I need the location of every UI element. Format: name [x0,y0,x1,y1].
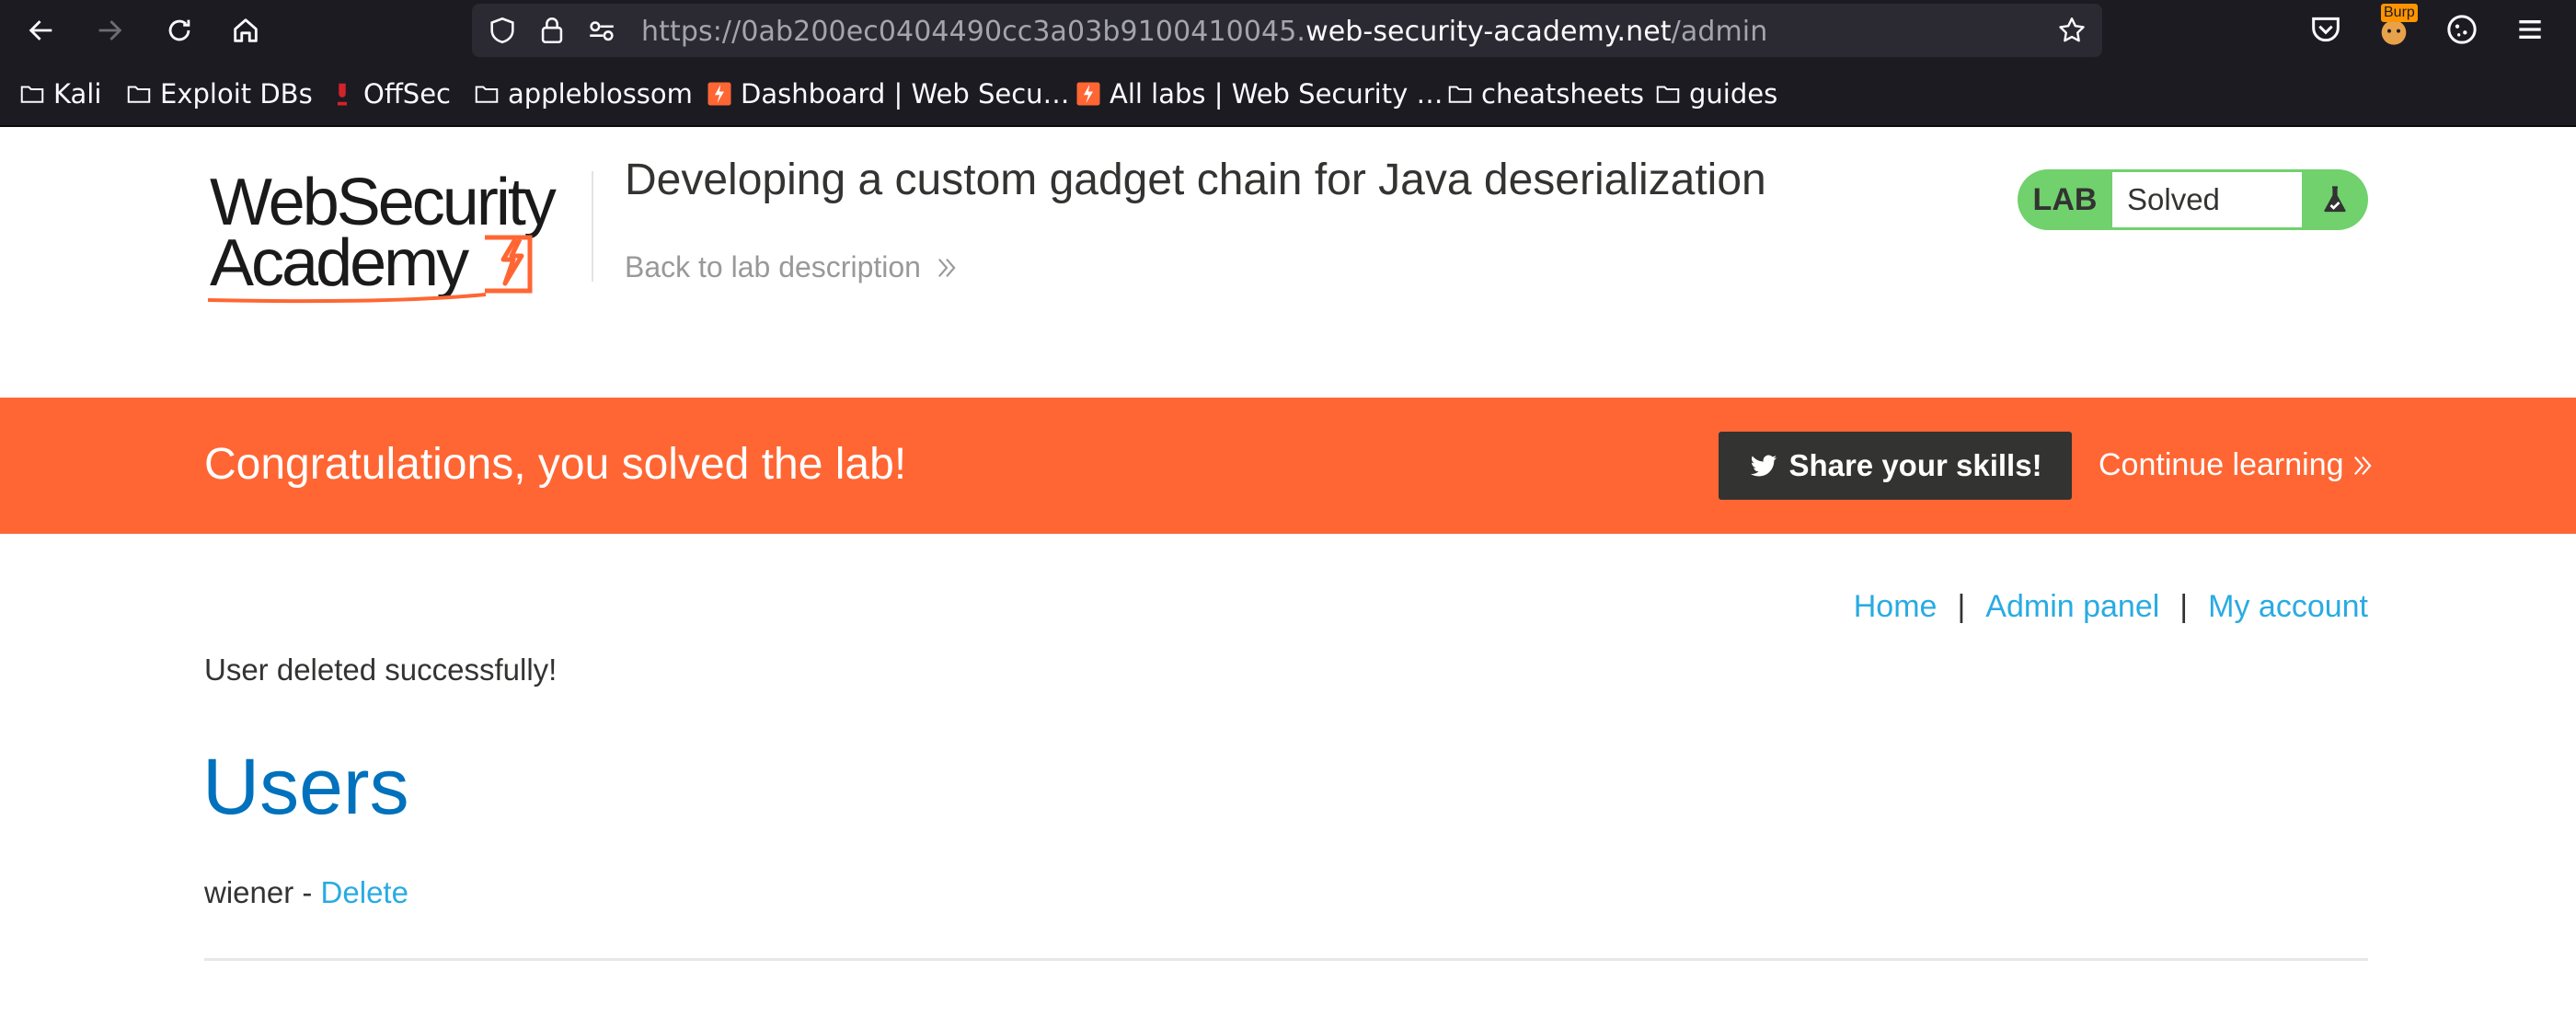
congratulations-message: Congratulations, you solved the lab! [204,440,907,489]
burp-extension-icon[interactable]: Burp [2375,4,2418,48]
page-content: WebSecurity Academy Developing a custom … [0,127,2576,1017]
reload-icon [168,19,190,41]
continue-label: Continue learning [2099,447,2344,482]
browser-toolbar: https://0ab200ec0404490cc3a03b9100410045… [0,0,2576,61]
home-link[interactable]: Home [1854,589,1938,625]
page-title: Users [202,743,409,831]
my-account-link[interactable]: My account [2208,589,2368,625]
bookmark-label: appleblossom [508,78,693,110]
flask-icon [2302,169,2368,230]
nav-separator: | [2179,589,2189,624]
nav-separator: | [1957,589,1966,624]
folder-icon [1448,86,1472,103]
url-bar[interactable]: https://0ab200ec0404490cc3a03b9100410045… [472,4,2102,57]
share-skills-button[interactable]: Share your skills! [1719,432,2072,500]
delete-user-link[interactable]: Delete [321,875,408,909]
url-text[interactable]: https://0ab200ec0404490cc3a03b9100410045… [641,16,1767,48]
menu-icon[interactable] [2512,11,2548,48]
lab-tag: LAB [2032,181,2098,217]
offsec-icon [338,83,347,106]
folder-icon [475,86,499,103]
twitter-icon [1751,455,1777,477]
back-button[interactable] [20,9,63,52]
arrow-left-icon [29,20,52,40]
user-separator: - [293,875,321,909]
lab-status-value: Solved [2112,172,2302,227]
url-prefix: https://0ab200ec0404490cc3a03b9100410045… [641,16,1306,48]
extension-badge: Burp [2381,4,2418,22]
url-host: web-security-academy.net [1305,16,1672,48]
cookie-icon[interactable] [2444,11,2480,48]
header-divider [592,171,593,282]
shield-icon[interactable] [487,15,518,46]
status-message: User deleted successfully! [204,653,558,687]
web-security-academy-logo[interactable]: WebSecurity Academy [204,168,591,306]
permissions-icon[interactable] [586,15,617,46]
bookmark-guides[interactable]: guides [1654,77,1777,110]
arrow-right-icon [98,20,122,40]
folder-icon [20,86,44,103]
bookmark-label: OffSec [363,78,452,110]
bookmark-exploit-dbs[interactable]: Exploit DBs [125,77,313,110]
bookmark-all-labs[interactable]: All labs | Web Security … [1075,77,1443,110]
continue-learning-link[interactable]: Continue learning [2099,447,2375,483]
portswigger-icon [1076,82,1100,106]
bookmarks-bar: Kali Exploit DBs OffSec appleblossom Das… [0,61,2576,127]
logo-bolt-icon [485,235,533,294]
bookmark-label: Exploit DBs [160,78,313,110]
bookmark-cheatsheets[interactable]: cheatsheets [1446,77,1644,110]
bookmark-star-icon[interactable] [2056,15,2087,46]
pocket-icon[interactable] [2307,11,2344,48]
bookmark-label: All labs | Web Security … [1110,78,1443,110]
reload-button[interactable] [158,9,201,52]
folder-icon [127,86,151,103]
back-to-lab-link[interactable]: Back to lab description [625,250,960,284]
share-label: Share your skills! [1788,448,2042,482]
bookmark-appleblossom[interactable]: appleblossom [473,77,693,110]
back-link-label: Back to lab description [625,250,921,283]
lab-status-widget: LAB Solved [2018,169,2368,230]
forward-button[interactable] [88,9,131,52]
url-path: /admin [1671,16,1768,48]
user-row: wiener - Delete [204,875,408,910]
folder-icon [1656,86,1680,103]
bookmark-dashboard[interactable]: Dashboard | Web Secu… [706,77,1070,110]
double-chevron-right-icon [937,258,956,277]
admin-panel-link[interactable]: Admin panel [1985,589,2159,625]
bookmark-kali[interactable]: Kali [18,77,101,110]
top-navigation: Home | Admin panel | My account [1854,589,2368,625]
username: wiener [204,875,294,909]
divider [204,958,2368,961]
bookmark-label: Kali [53,78,102,110]
double-chevron-right-icon [2353,456,2372,475]
lock-icon[interactable] [536,15,568,46]
bookmark-label: Dashboard | Web Secu… [741,78,1070,110]
bookmark-label: guides [1689,78,1778,110]
bookmark-offsec[interactable]: OffSec [328,77,451,110]
portswigger-icon [707,82,731,106]
solved-banner: Congratulations, you solved the lab! Sha… [0,398,2576,534]
home-icon [234,18,258,42]
lab-title: Developing a custom gadget chain for Jav… [625,156,1766,204]
logo-line2: Academy [210,226,469,300]
home-button[interactable] [224,9,267,52]
bookmark-label: cheatsheets [1481,78,1644,110]
